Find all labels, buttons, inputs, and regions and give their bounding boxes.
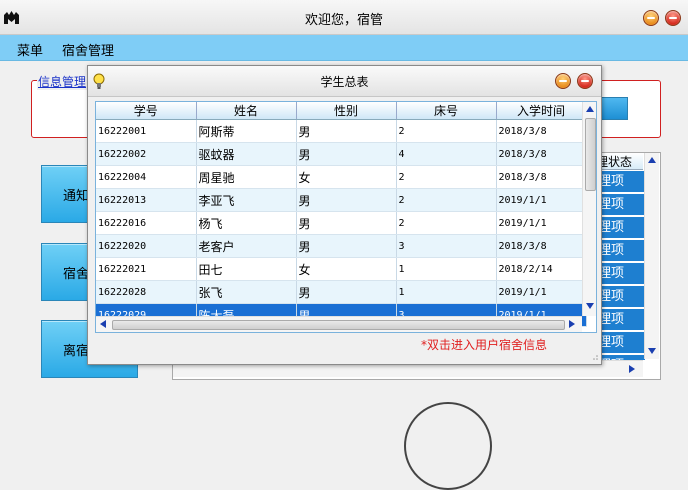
cell-bed[interactable]: 1 <box>396 280 497 304</box>
background-table-cell[interactable]: 理项 <box>596 309 645 330</box>
dialog-titlebar: 学生总表 <box>88 66 601 97</box>
cell-enroll-date[interactable]: 2018/3/8 <box>496 119 587 143</box>
table-row[interactable]: 16222013 李亚飞男 2 2019/1/1 <box>96 188 587 212</box>
cell-name[interactable]: 阿斯蒂 <box>196 119 297 143</box>
background-table-vscroll[interactable] <box>644 153 659 359</box>
cell-student-id[interactable]: 16222028 <box>96 280 197 304</box>
info-action-button[interactable] <box>598 97 628 120</box>
cell-enroll-date[interactable]: 2018/3/8 <box>496 142 587 166</box>
scroll-right-icon[interactable] <box>569 320 575 328</box>
column-header-student-id[interactable]: 学号 <box>96 102 197 120</box>
cell-bed[interactable]: 2 <box>396 211 497 235</box>
cell-student-id[interactable]: 16222021 <box>96 257 197 281</box>
table-row[interactable]: 16222021 田七女 1 2018/2/14 <box>96 257 587 281</box>
cell-enroll-date[interactable]: 2019/1/1 <box>496 188 587 212</box>
table-row[interactable]: 16222028 张飞男 1 2019/1/1 <box>96 280 587 304</box>
background-table-header: 理状态 <box>596 153 643 170</box>
menu-item-dorm-management[interactable]: 宿舍管理 <box>62 40 114 59</box>
cell-enroll-date[interactable]: 2019/1/1 <box>496 211 587 235</box>
scroll-right-icon[interactable] <box>629 365 635 373</box>
scroll-down-icon[interactable] <box>586 303 594 309</box>
table-vertical-scrollbar[interactable] <box>582 102 596 316</box>
cell-gender[interactable]: 男 <box>296 234 397 258</box>
column-header-gender[interactable]: 性别 <box>296 102 397 120</box>
cell-bed[interactable]: 1 <box>396 257 497 281</box>
background-table-cell[interactable]: 理项 <box>596 332 645 353</box>
vertical-scroll-thumb[interactable] <box>585 118 596 191</box>
cell-gender[interactable]: 男 <box>296 188 397 212</box>
decorative-circle <box>404 402 492 490</box>
leave-dorm-button-label: 离宿 <box>63 344 90 359</box>
student-list-dialog: 学生总表 学号 姓名 性别 床号 入学时间 16222001 阿斯蒂男 2 2018/… <box>87 65 602 365</box>
cell-student-id[interactable]: 16222004 <box>96 165 197 189</box>
background-table-cell[interactable]: 理项 <box>596 240 645 261</box>
scroll-up-icon[interactable] <box>648 157 656 163</box>
cell-bed[interactable]: 4 <box>396 142 497 166</box>
cell-bed[interactable]: 2 <box>396 119 497 143</box>
scroll-down-icon[interactable] <box>648 348 656 354</box>
column-header-name[interactable]: 姓名 <box>196 102 297 120</box>
background-table-cell[interactable]: 理项 <box>596 171 645 192</box>
dorm-button-label: 宿舍 <box>63 267 90 282</box>
dialog-title: 学生总表 <box>320 75 369 89</box>
close-icon[interactable] <box>577 73 593 89</box>
table-header-row: 学号 姓名 性别 床号 入学时间 <box>96 102 587 120</box>
cell-student-id[interactable]: 16222002 <box>96 142 197 166</box>
info-management-label: 信息管理 <box>37 73 88 90</box>
background-table-cell[interactable]: 理项 <box>596 286 645 307</box>
minimize-icon[interactable] <box>643 10 659 26</box>
main-titlebar: 欢迎您，宿管 <box>0 0 688 35</box>
cell-gender[interactable]: 男 <box>296 280 397 304</box>
cell-bed[interactable]: 2 <box>396 165 497 189</box>
notice-button-label: 通知 <box>63 189 90 204</box>
table-row[interactable]: 16222001 阿斯蒂男 2 2018/3/8 <box>96 119 587 143</box>
cell-name[interactable]: 老客户 <box>196 234 297 258</box>
menu-item-menu[interactable]: 菜单 <box>17 40 43 59</box>
scroll-left-icon[interactable] <box>100 320 106 328</box>
table-row[interactable]: 16222020 老客户男 3 2018/3/8 <box>96 234 587 258</box>
cell-bed[interactable]: 2 <box>396 188 497 212</box>
cell-gender[interactable]: 女 <box>296 257 397 281</box>
student-table: 学号 姓名 性别 床号 入学时间 16222001 阿斯蒂男 2 2018/3/8 16… <box>95 101 597 333</box>
table-horizontal-scrollbar[interactable] <box>96 316 582 332</box>
cell-enroll-date[interactable]: 2018/3/8 <box>496 165 587 189</box>
horizontal-scroll-thumb[interactable] <box>112 320 565 330</box>
column-header-enroll-date[interactable]: 入学时间 <box>496 102 587 120</box>
cell-enroll-date[interactable]: 2019/1/1 <box>496 280 587 304</box>
cell-gender[interactable]: 女 <box>296 165 397 189</box>
student-table-grid: 学号 姓名 性别 床号 入学时间 16222001 阿斯蒂男 2 2018/3/8 16… <box>96 102 587 327</box>
double-click-hint: *双击进入用户宿舍信息 <box>421 338 548 352</box>
cell-name[interactable]: 张飞 <box>196 280 297 304</box>
background-table-cell[interactable]: 理项 <box>596 194 645 215</box>
close-icon[interactable] <box>665 10 681 26</box>
resize-grip-icon[interactable] <box>591 354 599 362</box>
minimize-icon[interactable] <box>555 73 571 89</box>
cell-name[interactable]: 驱蚊器 <box>196 142 297 166</box>
cell-name[interactable]: 李亚飞 <box>196 188 297 212</box>
cell-student-id[interactable]: 16222001 <box>96 119 197 143</box>
cell-gender[interactable]: 男 <box>296 211 397 235</box>
cell-student-id[interactable]: 16222013 <box>96 188 197 212</box>
cell-gender[interactable]: 男 <box>296 119 397 143</box>
cell-gender[interactable]: 男 <box>296 142 397 166</box>
cell-enroll-date[interactable]: 2018/2/14 <box>496 257 587 281</box>
background-table-cell[interactable]: 理项 <box>596 263 645 284</box>
main-window-title: 欢迎您，宿管 <box>304 13 383 28</box>
column-header-bed[interactable]: 床号 <box>396 102 497 120</box>
scroll-up-icon[interactable] <box>586 106 594 112</box>
cell-enroll-date[interactable]: 2018/3/8 <box>496 234 587 258</box>
cell-name[interactable]: 杨飞 <box>196 211 297 235</box>
table-row[interactable]: 16222002 驱蚊器男 4 2018/3/8 <box>96 142 587 166</box>
background-table-cell[interactable]: 理项 <box>596 217 645 238</box>
menubar: 菜单 宿舍管理 <box>0 35 688 61</box>
cell-bed[interactable]: 3 <box>396 234 497 258</box>
cell-name[interactable]: 田七 <box>196 257 297 281</box>
table-row[interactable]: 16222004 周星驰女 2 2018/3/8 <box>96 165 587 189</box>
table-row[interactable]: 16222016 杨飞男 2 2019/1/1 <box>96 211 587 235</box>
cell-name[interactable]: 周星驰 <box>196 165 297 189</box>
cell-student-id[interactable]: 16222020 <box>96 234 197 258</box>
cell-student-id[interactable]: 16222016 <box>96 211 197 235</box>
